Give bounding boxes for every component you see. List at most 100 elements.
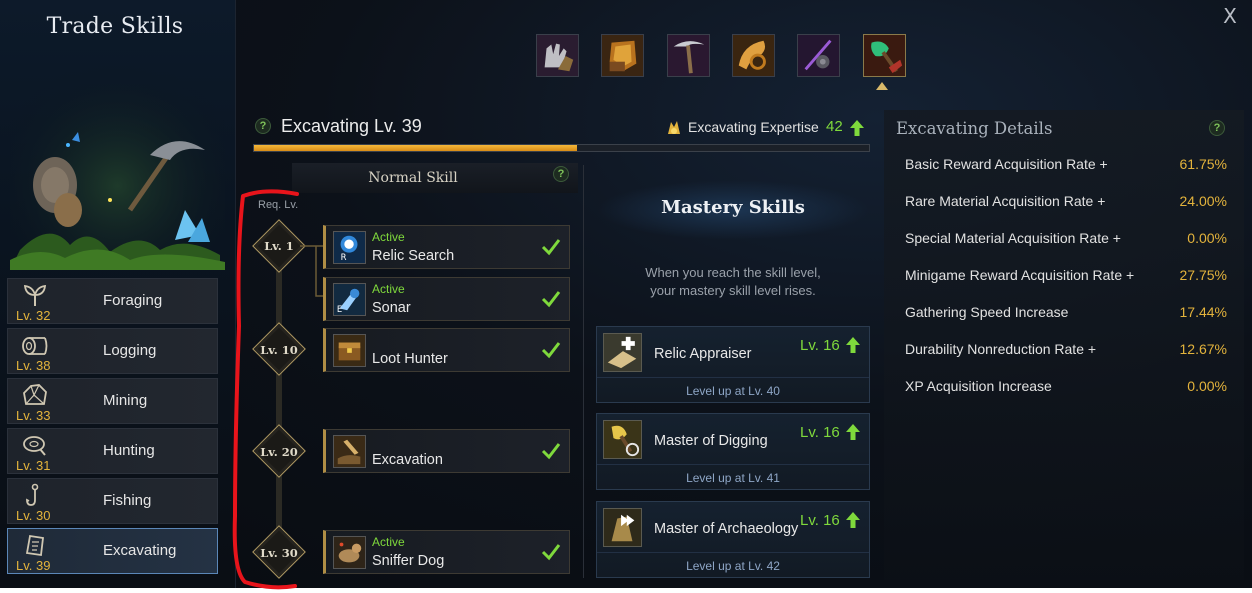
- close-button[interactable]: X: [1220, 4, 1240, 28]
- detail-label: Minigame Reward Acquisition Rate +: [905, 267, 1135, 283]
- meat-icon: [23, 436, 46, 456]
- trade-skill-label: Hunting: [103, 442, 155, 459]
- trade-skill-label: Fishing: [103, 492, 152, 509]
- arrow-up-icon: [846, 424, 860, 440]
- tab-logging-axe[interactable]: [601, 34, 644, 77]
- detail-row: Durability Nonreduction Rate + 12.67%: [905, 341, 1227, 361]
- master-of-archaeology-icon: [603, 508, 642, 547]
- mastery-skill-name: Relic Appraiser: [654, 346, 752, 362]
- mastery-skill-level: Lv. 16: [800, 512, 840, 529]
- detail-row: Special Material Acquisition Rate + 0.00…: [905, 230, 1227, 250]
- detail-label: XP Acquisition Increase: [905, 378, 1052, 394]
- expertise-label: Excavating Expertise: [688, 119, 819, 135]
- trade-skill-mining[interactable]: Lv. 33 Mining: [7, 378, 218, 424]
- column-divider: [583, 165, 584, 578]
- help-icon[interactable]: ?: [553, 166, 569, 182]
- ore-icon: [23, 384, 47, 405]
- skill-name: Sonar: [372, 300, 411, 316]
- trade-skill-label: Logging: [103, 342, 157, 359]
- detail-value: 17.44%: [1179, 304, 1227, 320]
- axe-icon: [602, 35, 643, 76]
- xp-progress-bar: [253, 144, 870, 152]
- tab-fishing-rod[interactable]: [797, 34, 840, 77]
- expertise-icon: [668, 121, 680, 134]
- skill-connector: [300, 245, 323, 297]
- detail-row: Gathering Speed Increase 17.44%: [905, 304, 1227, 324]
- trade-skill-fishing[interactable]: Lv. 30 Fishing: [7, 478, 218, 524]
- skill-name: Relic Search: [372, 248, 455, 264]
- trade-skill-logging[interactable]: Lv. 38 Logging: [7, 328, 218, 374]
- mastery-requirement: Level up at Lv. 41: [686, 471, 780, 485]
- mastery-card-divider: [597, 464, 869, 465]
- skill-card-sniffer-dog[interactable]: Active Sniffer Dog: [323, 530, 570, 574]
- mastery-card-divider: [597, 377, 869, 378]
- sonar-icon: E: [333, 283, 366, 316]
- pickaxe-icon: [668, 35, 709, 76]
- sniffer-dog-icon: [333, 536, 366, 569]
- detail-value: 27.75%: [1179, 267, 1227, 283]
- skill-active-tag: Active: [372, 230, 405, 244]
- detail-label: Special Material Acquisition Rate +: [905, 230, 1121, 246]
- trade-skill-level: Lv. 33: [16, 408, 51, 423]
- mastery-card-master-of-digging[interactable]: Master of Digging Lv. 16 Level up at Lv.…: [596, 413, 870, 490]
- tab-excavating-shovel[interactable]: [863, 34, 906, 77]
- mastery-card-master-of-archaeology[interactable]: Master of Archaeology Lv. 16 Level up at…: [596, 501, 870, 578]
- detail-row: Minigame Reward Acquisition Rate + 27.75…: [905, 267, 1227, 287]
- trade-skill-foraging[interactable]: Lv. 32 Foraging: [7, 278, 218, 324]
- mastery-description-line: When you reach the skill level,: [645, 265, 821, 280]
- skill-name: Excavation: [372, 452, 443, 468]
- mastery-card-relic-appraiser[interactable]: Relic Appraiser Lv. 16 Level up at Lv. 4…: [596, 326, 870, 403]
- relic-appraiser-icon: [603, 333, 642, 372]
- mastery-skill-name: Master of Archaeology: [654, 521, 799, 537]
- fishing-hook-icon: [26, 483, 39, 506]
- expertise-value: 42: [826, 118, 843, 135]
- level-marker-label: Lv. 20: [260, 445, 298, 459]
- checkmark-icon: [541, 291, 561, 308]
- tab-gathering-gloves[interactable]: [536, 34, 579, 77]
- arrow-up-icon: [846, 337, 860, 353]
- trade-skill-level: Lv. 31: [16, 458, 51, 473]
- required-level-label: Req. Lv.: [258, 199, 299, 211]
- mastery-card-divider: [597, 552, 869, 553]
- trade-skill-hunting[interactable]: Lv. 31 Hunting: [7, 428, 218, 474]
- checkmark-icon: [541, 544, 561, 561]
- skill-card-sonar[interactable]: E Active Sonar: [323, 277, 570, 321]
- detail-label: Gathering Speed Increase: [905, 304, 1069, 320]
- skill-card-loot-hunter[interactable]: Loot Hunter: [323, 328, 570, 372]
- detail-label: Basic Reward Acquisition Rate +: [905, 156, 1108, 172]
- trade-skill-label: Foraging: [103, 292, 163, 309]
- level-marker-label: Lv. 30: [260, 546, 298, 560]
- trade-skill-label: Excavating: [103, 542, 177, 559]
- log-icon: [22, 337, 48, 355]
- skill-card-excavation[interactable]: Excavation: [323, 429, 570, 473]
- fishing-rod-icon: [798, 35, 839, 76]
- help-icon[interactable]: ?: [1209, 120, 1225, 136]
- trade-skill-level: Lv. 38: [16, 358, 51, 373]
- checkmark-icon: [541, 239, 561, 256]
- help-icon[interactable]: ?: [255, 118, 271, 134]
- gloves-icon: [537, 35, 578, 76]
- detail-value: 0.00%: [1187, 230, 1227, 246]
- tab-hunting-horn[interactable]: [732, 34, 775, 77]
- svg-text:E: E: [337, 304, 342, 314]
- details-title: Excavating Details: [896, 119, 1053, 138]
- window-title: Trade Skills: [46, 14, 184, 39]
- trade-skill-excavating[interactable]: Lv. 39 Excavating: [7, 528, 218, 574]
- trade-skill-level: Lv. 39: [16, 558, 51, 573]
- mastery-skill-name: Master of Digging: [654, 433, 768, 449]
- trade-skills-window: Trade Skills Lv. 32 Foraging Lv. 38 Logg…: [0, 0, 1252, 588]
- tab-mining-pickaxe[interactable]: [667, 34, 710, 77]
- skill-active-tag: Active: [372, 282, 405, 296]
- detail-row: XP Acquisition Increase 0.00%: [905, 378, 1227, 398]
- skill-name: Sniffer Dog: [372, 553, 445, 569]
- relic-icon: [25, 534, 44, 557]
- relic-search-icon: R: [333, 231, 366, 264]
- mastery-description-line: your mastery skill level rises.: [650, 283, 816, 298]
- excavation-icon: [333, 435, 366, 468]
- xp-progress-fill: [254, 145, 577, 151]
- trade-skill-level: Lv. 32: [16, 308, 51, 323]
- excavation-scene-illustration: [10, 60, 225, 270]
- skill-card-relic-search[interactable]: R Active Relic Search: [323, 225, 570, 269]
- mastery-requirement: Level up at Lv. 40: [686, 384, 780, 398]
- level-marker-label: Lv. 10: [260, 343, 298, 357]
